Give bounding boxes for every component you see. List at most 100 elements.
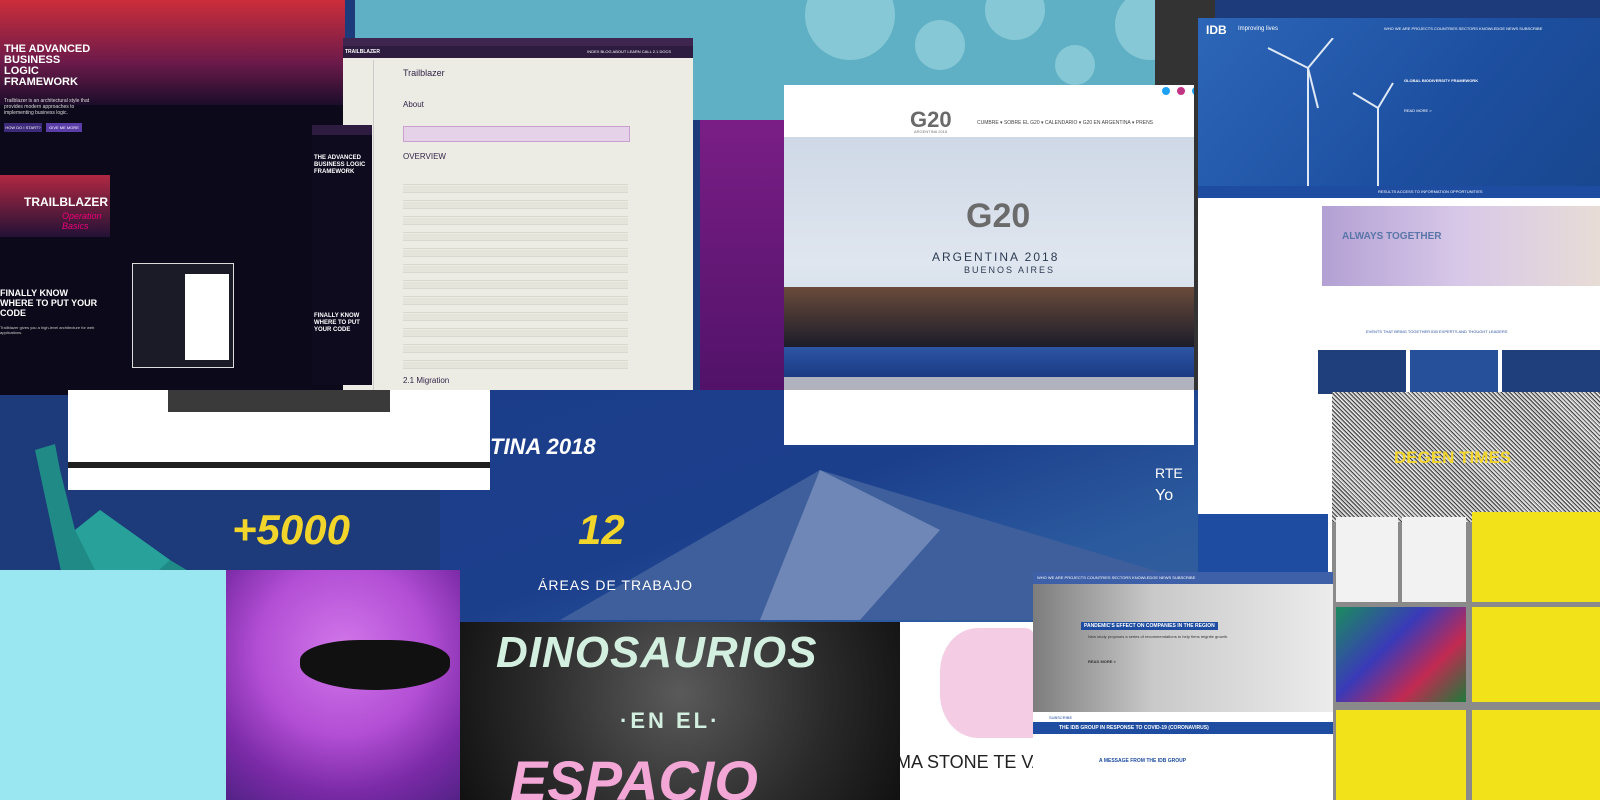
event-card[interactable]: [1318, 350, 1406, 394]
docs-table-row: [403, 330, 628, 337]
footer-block: [1198, 514, 1328, 578]
docs-table-row: [403, 202, 628, 209]
docs-navbar: TRAILBLAZER INDEX BLOG ABOUT LEARN CALL …: [343, 46, 693, 58]
always-together-banner: ALWAYS TOGETHER: [1322, 206, 1600, 286]
twitter-icon[interactable]: [1162, 87, 1170, 95]
wind-turbine-icon: [1267, 38, 1394, 186]
code-screenshot: [132, 263, 234, 368]
docs-about-heading: About: [403, 100, 424, 109]
docs-table-row: [403, 218, 628, 225]
idb-nav-links[interactable]: WHO WE ARE PROJECTS COUNTRIES SECTORS KN…: [1384, 26, 1542, 31]
docs-overview-heading: OVERVIEW: [403, 152, 446, 161]
docs-table-row: [403, 362, 628, 369]
how-do-i-start-button[interactable]: HOW DO I START?: [4, 123, 42, 132]
decor-dot: [985, 0, 1045, 40]
event-card[interactable]: [1502, 350, 1600, 394]
docs-migration-heading: 2.1 Migration: [403, 376, 450, 385]
banner-title: ARGENTINA 2018: [932, 250, 1060, 264]
docs-table-row: [403, 338, 628, 345]
idb-logo[interactable]: IDB: [1206, 23, 1227, 37]
always-together-text: ALWAYS TOGETHER: [1342, 231, 1442, 242]
footer-bar: [68, 462, 490, 468]
event-card[interactable]: [1410, 350, 1498, 394]
covid-strip-text: THE IDB GROUP IN RESPONSE TO COVID-19 (C…: [1059, 725, 1209, 731]
docs-table-row: [403, 194, 628, 201]
idb2-hero: PANDEMIC'S EFFECT ON COMPANIES IN THE RE…: [1033, 584, 1333, 712]
idb2-nav[interactable]: WHO WE ARE PROJECTS COUNTRIES SECTORS KN…: [1033, 572, 1333, 584]
code-card: [185, 274, 229, 360]
article-card[interactable]: [1336, 517, 1398, 602]
know-heading: FINALLY KNOW WHERE TO PUT YOUR CODE: [0, 288, 98, 318]
purple-portrait: [0, 570, 460, 800]
docs-table-row: [403, 346, 628, 353]
covid-strip[interactable]: THE IDB GROUP IN RESPONSE TO COVID-19 (C…: [1033, 722, 1333, 734]
docs-nav-links[interactable]: INDEX BLOG ABOUT LEARN CALL 2.1 DOCS: [587, 49, 671, 54]
video-title: TRAILBLAZER: [24, 195, 108, 209]
docs-table-row: [403, 258, 628, 265]
know-text: Trailblazer gives you a high-level archi…: [0, 325, 95, 335]
trailblazer-mobile-screenshot: THE ADVANCED BUSINESS LOGIC FRAMEWORK FI…: [312, 125, 372, 385]
areas-label: ÁREAS DE TRABAJO: [538, 577, 694, 593]
poster-line-2: ·EN EL·: [620, 708, 721, 733]
trailblazer-docs-screenshot: TRAILBLAZER INDEX BLOG ABOUT LEARN CALL …: [343, 38, 693, 390]
news-footer-screenshot: [68, 390, 490, 490]
g20-menu[interactable]: CUMBRE ▾ SOBRE EL G20 ▾ CALENDARIO ▾ G20…: [977, 120, 1153, 126]
idb2-read-more[interactable]: READ MORE >: [1088, 659, 1116, 664]
mobile-navbar: [312, 125, 372, 135]
docs-table-row: [403, 314, 628, 321]
hero-title: THE ADVANCED BUSINESS LOGIC FRAMEWORK: [4, 43, 91, 88]
docs-table-row: [403, 290, 628, 297]
docs-table-row: [403, 178, 628, 185]
degen-title: DEGEN TIMES: [1394, 448, 1512, 467]
event-cards: [1318, 350, 1600, 394]
decor-dot: [805, 0, 895, 60]
idb-hero: IDB Improving lives WHO WE ARE PROJECTS …: [1198, 18, 1600, 186]
banner-g20-logo: G20: [966, 197, 1031, 235]
docs-table-row: [403, 282, 628, 289]
banner-city: BUENOS AIRES: [964, 265, 1056, 275]
news-thumbnails: [168, 390, 390, 412]
video-thumbnail[interactable]: TRAILBLAZER Operation Basics: [0, 175, 110, 237]
docs-table-row: [403, 210, 628, 217]
docs-title: Trailblazer: [403, 68, 445, 78]
docs-table-row: [403, 250, 628, 257]
yellow-panel: [1472, 710, 1600, 800]
idb-covid-screenshot: WHO WE ARE PROJECTS COUNTRIES SECTORS KN…: [1033, 572, 1333, 800]
social-icon[interactable]: [1192, 87, 1194, 95]
yellow-panel: [1472, 512, 1600, 602]
stage: [784, 347, 1194, 377]
decor-dot: [1055, 45, 1095, 85]
docs-table-row: [403, 234, 628, 241]
message-heading: A MESSAGE FROM THE IDB GROUP: [1099, 758, 1187, 764]
comic-drawing: [940, 628, 1035, 738]
stat-5000: +5000: [232, 506, 350, 553]
mobile-know-heading: FINALLY KNOW WHERE TO PUT YOUR CODE: [314, 313, 360, 333]
idb2-nav-links[interactable]: WHO WE ARE PROJECTS COUNTRIES SECTORS KN…: [1037, 575, 1195, 580]
docs-table-row: [403, 354, 628, 361]
g20-argentina-screenshot: G20 ARGENTINA 2018 CUMBRE ▾ SOBRE EL G20…: [784, 85, 1194, 445]
events-heading: EVENTS THAT BRING TOGETHER IDB EXPERTS A…: [1366, 329, 1508, 334]
docs-table-row: [403, 266, 628, 273]
poster-line-1: DINOSAURIOS: [496, 628, 818, 677]
subnav-links[interactable]: RESULTS ACCESS TO INFORMATION OPPORTUNIT…: [1378, 189, 1483, 194]
idb-subnav[interactable]: RESULTS ACCESS TO INFORMATION OPPORTUNIT…: [1198, 186, 1600, 198]
leaders-photo: [784, 287, 1194, 347]
g20-logo-sub: ARGENTINA 2018: [914, 129, 948, 134]
docs-table-row: [403, 226, 628, 233]
poster-line-3: ESPACIO: [510, 749, 758, 800]
docs-table-row: [403, 186, 628, 193]
article-card[interactable]: [1402, 517, 1466, 602]
subscribe-link[interactable]: SUBSCRIBE: [1049, 715, 1072, 720]
emma-stone-comic: MA STONE TE VA: [900, 622, 1035, 800]
docs-note: [403, 126, 630, 142]
trailblazer-home-screenshot: THE ADVANCED BUSINESS LOGIC FRAMEWORK Tr…: [0, 0, 345, 395]
instagram-icon[interactable]: [1177, 87, 1185, 95]
yellow-panel: [1472, 607, 1600, 702]
floor: [784, 377, 1194, 390]
read-more-link[interactable]: READ MORE >: [1404, 108, 1432, 113]
give-me-more-button[interactable]: GIVE ME MORE: [46, 123, 82, 132]
corte-text: RTE: [1155, 465, 1183, 481]
docs-brand[interactable]: TRAILBLAZER: [345, 49, 380, 55]
dinosaurios-poster: DINOSAURIOS ·EN EL· ESPACIO: [460, 622, 900, 800]
degen-times-screenshot: DEGEN TIMES: [1332, 392, 1600, 800]
